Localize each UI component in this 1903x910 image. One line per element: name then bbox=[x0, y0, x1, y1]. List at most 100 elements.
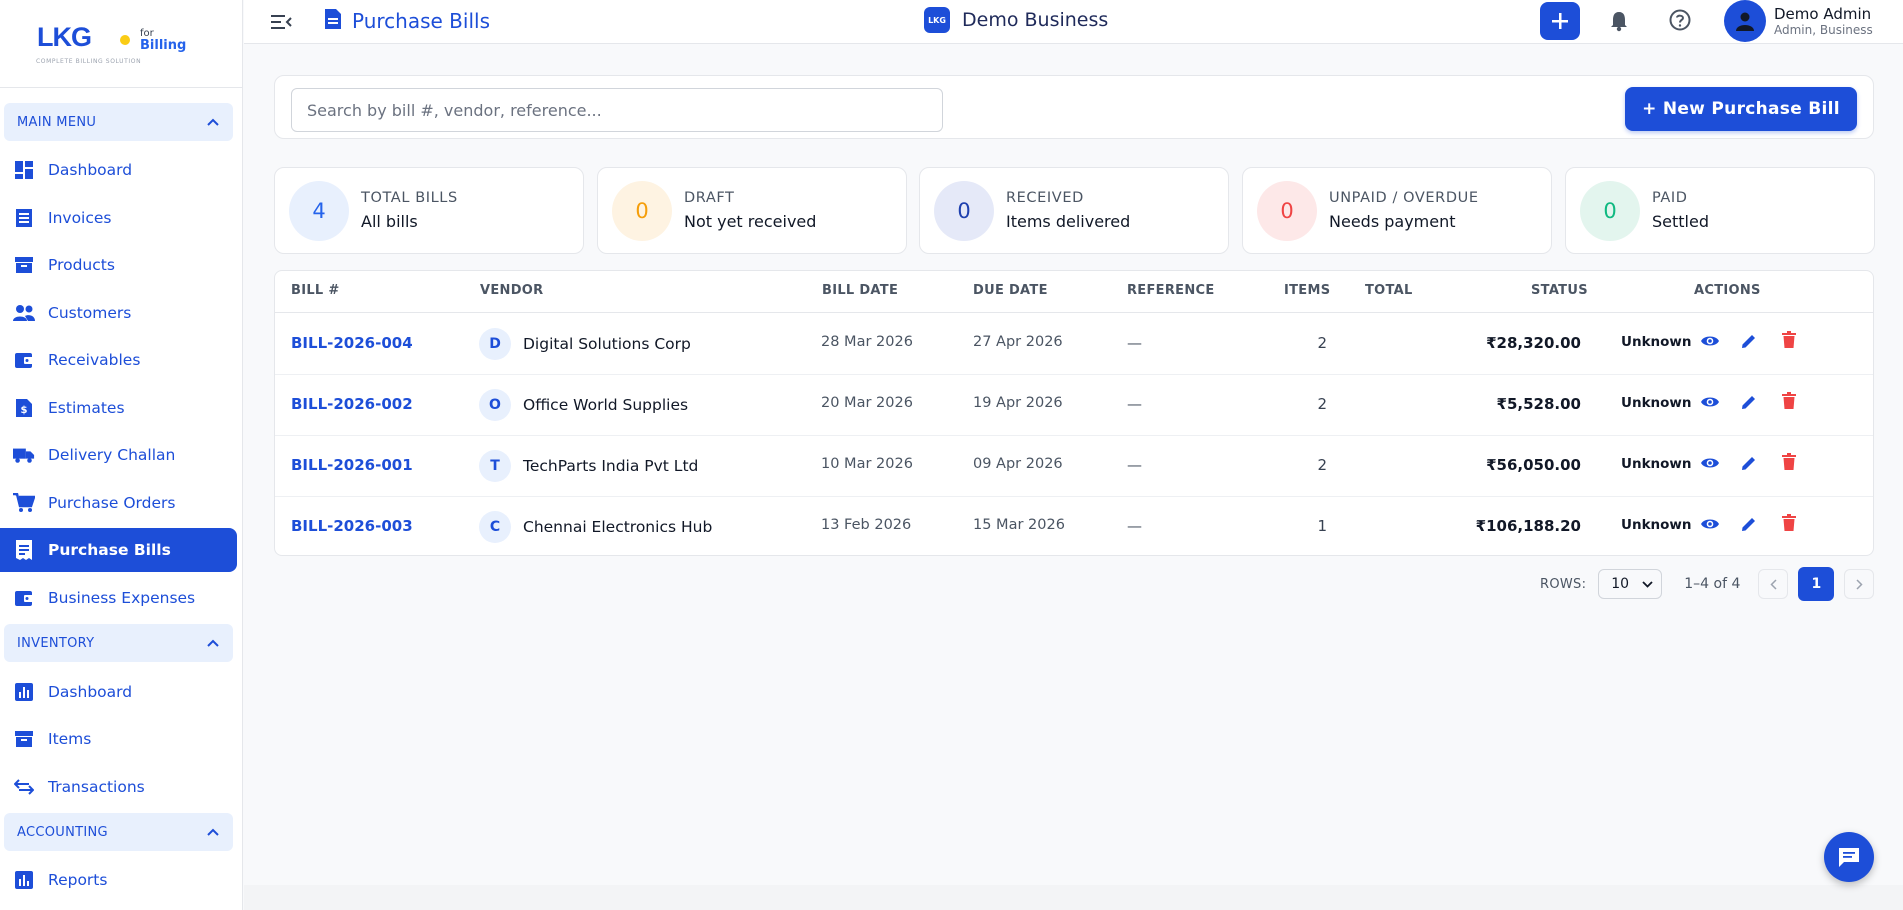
estimate-icon: $ bbox=[13, 397, 35, 419]
items-count: 2 bbox=[1317, 334, 1327, 352]
section-inventory[interactable]: INVENTORY bbox=[4, 624, 233, 662]
trash-icon[interactable] bbox=[1782, 331, 1796, 352]
stat-total-bills[interactable]: 4 TOTAL BILLS All bills bbox=[274, 167, 584, 254]
stat-draft[interactable]: 0 DRAFT Not yet received bbox=[597, 167, 907, 254]
bill-number-link[interactable]: BILL-2026-004 bbox=[291, 334, 413, 352]
rows-label: ROWS: bbox=[1540, 576, 1587, 592]
sidebar-item-estimates[interactable]: $ Estimates bbox=[0, 386, 237, 430]
quick-add-button[interactable] bbox=[1540, 2, 1580, 40]
sidebar-item-label: Products bbox=[48, 256, 115, 274]
cart-icon bbox=[13, 492, 35, 514]
sidebar-item-reports[interactable]: Reports bbox=[0, 858, 237, 902]
trash-icon[interactable] bbox=[1782, 453, 1796, 474]
table-row[interactable]: BILL-2026-001 T TechParts India Pvt Ltd … bbox=[275, 436, 1873, 497]
section-accounting[interactable]: ACCOUNTING bbox=[4, 813, 233, 851]
bill-number-link[interactable]: BILL-2026-002 bbox=[291, 395, 413, 413]
sidebar-item-business-expenses[interactable]: Business Expenses bbox=[0, 576, 237, 620]
reference: — bbox=[1127, 456, 1142, 474]
vendor-avatar: O bbox=[479, 389, 511, 421]
rows-per-page-select[interactable]: 10 bbox=[1598, 569, 1663, 599]
col-total[interactable]: TOTAL bbox=[1365, 283, 1413, 298]
pencil-icon[interactable] bbox=[1741, 455, 1757, 475]
trash-icon[interactable] bbox=[1782, 514, 1796, 535]
sidebar-item-inventory-dashboard[interactable]: Dashboard bbox=[0, 670, 237, 714]
col-vendor[interactable]: VENDOR bbox=[480, 283, 543, 298]
eye-icon[interactable] bbox=[1700, 333, 1720, 352]
pencil-icon[interactable] bbox=[1741, 333, 1757, 353]
wallet-icon bbox=[13, 349, 35, 371]
help-icon[interactable] bbox=[1668, 8, 1692, 36]
col-status[interactable]: STATUS bbox=[1531, 283, 1588, 298]
vendor-avatar: T bbox=[479, 450, 511, 482]
stat-label: RECEIVED bbox=[1006, 190, 1084, 206]
bill-number-link[interactable]: BILL-2026-003 bbox=[291, 517, 413, 535]
sidebar-item-receivables[interactable]: Receivables bbox=[0, 338, 237, 382]
vendor-name: Digital Solutions Corp bbox=[523, 335, 691, 353]
chat-button[interactable] bbox=[1824, 832, 1874, 882]
stat-label: TOTAL BILLS bbox=[361, 190, 458, 206]
eye-icon[interactable] bbox=[1700, 455, 1720, 474]
bill-number-link[interactable]: BILL-2026-001 bbox=[291, 456, 413, 474]
col-items[interactable]: ITEMS bbox=[1284, 283, 1330, 298]
chevron-left-icon bbox=[1770, 578, 1777, 590]
items-count: 1 bbox=[1317, 517, 1327, 535]
business-logo: LKG bbox=[924, 7, 950, 33]
eye-icon[interactable] bbox=[1700, 394, 1720, 413]
sidebar-item-purchase-bills[interactable]: Purchase Bills bbox=[0, 528, 237, 572]
app-logo[interactable]: LKG for Billing COMPLETE BILLING SOLUTIO… bbox=[0, 0, 242, 88]
sidebar-item-purchase-orders[interactable]: Purchase Orders bbox=[0, 481, 237, 525]
chart-icon bbox=[13, 681, 35, 703]
next-page-button[interactable] bbox=[1844, 569, 1875, 599]
col-bill[interactable]: BILL # bbox=[291, 283, 340, 298]
user-icon bbox=[1736, 12, 1754, 31]
sidebar-item-label: Estimates bbox=[48, 399, 125, 417]
col-reference[interactable]: REFERENCE bbox=[1127, 283, 1215, 298]
bell-icon[interactable] bbox=[1609, 10, 1629, 36]
section-main-menu[interactable]: MAIN MENU bbox=[4, 103, 233, 141]
table-header: BILL # VENDOR BILL DATE DUE DATE REFEREN… bbox=[275, 271, 1873, 313]
trash-icon[interactable] bbox=[1782, 392, 1796, 413]
col-due-date[interactable]: DUE DATE bbox=[973, 283, 1048, 298]
sidebar-item-label: Dashboard bbox=[48, 161, 133, 179]
stat-count: 0 bbox=[1257, 180, 1317, 241]
items-count: 2 bbox=[1317, 456, 1327, 474]
user-menu[interactable]: Demo Admin Admin, Business bbox=[1724, 0, 1873, 42]
table-row[interactable]: BILL-2026-003 C Chennai Electronics Hub … bbox=[275, 497, 1873, 555]
vendor-cell: C Chennai Electronics Hub bbox=[479, 511, 712, 543]
stat-count: 0 bbox=[612, 180, 672, 241]
chevron-down-icon bbox=[1642, 580, 1653, 588]
eye-icon[interactable] bbox=[1700, 516, 1720, 535]
status-badge: Unknown bbox=[1621, 334, 1692, 350]
stat-received[interactable]: 0 RECEIVED Items delivered bbox=[919, 167, 1229, 254]
table-row[interactable]: BILL-2026-004 D Digital Solutions Corp 2… bbox=[275, 314, 1873, 375]
sidebar-item-items[interactable]: Items bbox=[0, 717, 237, 761]
page-button[interactable]: 1 bbox=[1798, 567, 1835, 601]
menu-collapse-icon[interactable] bbox=[269, 10, 293, 34]
vendor-name: TechParts India Pvt Ltd bbox=[523, 457, 699, 475]
stat-count: 0 bbox=[934, 180, 994, 241]
pencil-icon[interactable] bbox=[1741, 516, 1757, 536]
business-selector[interactable]: LKG Demo Business bbox=[924, 7, 1108, 33]
sidebar-item-products[interactable]: Products bbox=[0, 243, 237, 287]
table-row[interactable]: BILL-2026-002 O Office World Supplies 20… bbox=[275, 375, 1873, 436]
col-bill-date[interactable]: BILL DATE bbox=[822, 283, 898, 298]
bill-date: 20 Mar 2026 bbox=[821, 395, 913, 411]
pencil-icon[interactable] bbox=[1741, 394, 1757, 414]
sidebar-item-customers[interactable]: Customers bbox=[0, 291, 237, 335]
new-purchase-bill-button[interactable]: + New Purchase Bill bbox=[1625, 87, 1857, 131]
stat-unpaid-overdue[interactable]: 0 UNPAID / OVERDUE Needs payment bbox=[1242, 167, 1552, 254]
search-input[interactable] bbox=[291, 88, 943, 132]
stat-paid[interactable]: 0 PAID Settled bbox=[1565, 167, 1875, 254]
archive-icon bbox=[13, 254, 35, 276]
status-badge: Unknown bbox=[1621, 395, 1692, 411]
prev-page-button[interactable] bbox=[1758, 569, 1789, 599]
vendor-avatar: D bbox=[479, 328, 511, 360]
truck-icon bbox=[13, 444, 35, 466]
sidebar-item-transactions[interactable]: Transactions bbox=[0, 765, 237, 809]
footer-band bbox=[244, 885, 1903, 910]
sidebar-item-invoices[interactable]: Invoices bbox=[0, 196, 237, 240]
logo-product: Billing bbox=[140, 38, 187, 53]
sidebar-item-delivery-challan[interactable]: Delivery Challan bbox=[0, 433, 237, 477]
sidebar-item-dashboard[interactable]: Dashboard bbox=[0, 148, 237, 192]
rows-value: 10 bbox=[1611, 576, 1630, 592]
